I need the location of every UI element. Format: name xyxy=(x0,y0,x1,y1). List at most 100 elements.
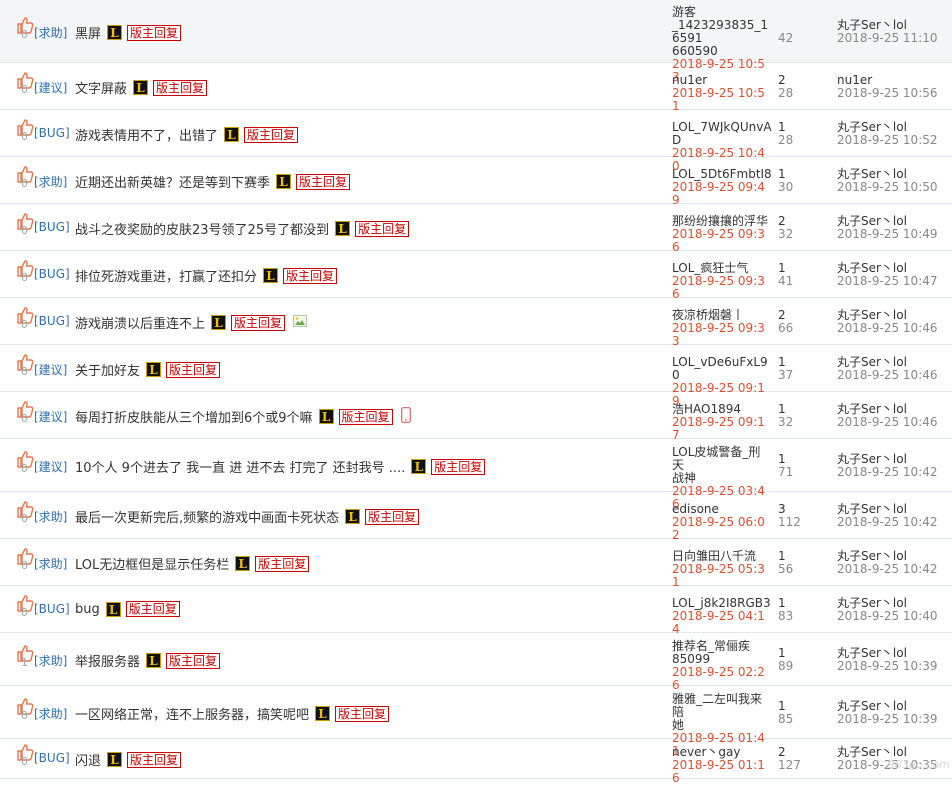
moderator-reply-badge: 版主回复 xyxy=(335,705,390,722)
topic-title-link[interactable]: 排位死游戏重进，打赢了还扣分 xyxy=(75,266,257,285)
like-button[interactable]: 0 xyxy=(16,165,36,191)
like-button[interactable]: 0 xyxy=(16,353,36,379)
topic-title-link[interactable]: bug xyxy=(75,602,100,617)
view-count: 56 xyxy=(778,562,794,576)
moderator-reply-badge: 版主回复 xyxy=(153,79,208,96)
like-count: 0 xyxy=(21,271,28,284)
topic-title-link[interactable]: 每周打折皮肤能从三个增加到6个或9个嘛 xyxy=(75,407,313,426)
topic-title-link[interactable]: 游戏崩溃以后重连不上 xyxy=(75,313,205,332)
topic-row[interactable]: 0 [建议] 关于加好友 L 版主回复 LOL_vDe6uFxL90 2018-9-25 0… xyxy=(0,345,952,408)
like-button[interactable]: 0 xyxy=(16,306,36,332)
author-name-link[interactable]: 雅雅_二左叫我来陪 xyxy=(672,693,772,719)
moderator-reply-badge: 版主回复 xyxy=(127,24,182,41)
topic-category-tag[interactable]: [建议] xyxy=(34,79,67,96)
like-count: 0 xyxy=(21,709,28,722)
topic-row[interactable]: 0 [BUG] 闪退 L 版主回复 never丶gay 2018-9-25 01:16 2 12… xyxy=(0,739,952,785)
like-button[interactable]: 0 xyxy=(16,71,36,97)
topic-category-tag[interactable]: [求助] xyxy=(34,24,67,41)
moderator-reply-badge: 版主回复 xyxy=(127,751,182,768)
like-button[interactable]: 0 xyxy=(16,500,36,526)
topic-category-tag[interactable]: [建议] xyxy=(34,458,67,475)
topic-category-tag[interactable]: [求助] xyxy=(34,508,67,525)
topic-title-link[interactable]: 游戏表情用不了，出错了 xyxy=(75,125,218,144)
topic-category-tag[interactable]: [BUG] xyxy=(34,751,70,765)
topic-category-tag[interactable]: [求助] xyxy=(34,173,67,190)
like-button[interactable]: 0 xyxy=(16,547,36,573)
topic-title-link[interactable]: 举报服务器 xyxy=(75,651,140,670)
topic-row[interactable]: 0 [求助] LOL无边框但是显示任务栏 L 版主回复 日向雏田八千流 2018-9-25 … xyxy=(0,539,952,589)
topic-row[interactable]: 0 [BUG] 战斗之夜奖励的皮肤23号领了25号了都没到 L 版主回复 那纷纷攘攘的浮华… xyxy=(0,204,952,254)
topic-row[interactable]: 0 [求助] 最后一次更新完后,频繁的游戏中画面卡死状态 L 版主回复 edisone 20… xyxy=(0,492,952,542)
topic-row[interactable]: 0 [BUG] bug L 版主回复 LOL_j8k2I8RGB3 2018-9-25 04… xyxy=(0,586,952,636)
last-reply-time: 2018-9-25 10:42 xyxy=(837,465,938,479)
topic-category-tag[interactable]: [BUG] xyxy=(34,602,70,616)
like-button[interactable]: 0 xyxy=(16,212,36,238)
last-reply-time: 2018-9-25 10:50 xyxy=(837,180,938,194)
topic-row[interactable]: 0 [建议] 10个人 9个进去了 我一直 进 进不去 打完了 还封我号 .... L… xyxy=(0,439,952,511)
topic-title-link[interactable]: LOL无边框但是显示任务栏 xyxy=(75,554,229,573)
topic-row[interactable]: 0 [BUG] 游戏表情用不了，出错了 L 版主回复 LOL_7WJkQUnvAD 2018… xyxy=(0,110,952,173)
view-count: 112 xyxy=(778,515,801,529)
topic-title-link[interactable]: 黑屏 xyxy=(75,23,101,42)
topic-category-tag[interactable]: [BUG] xyxy=(34,220,70,234)
author-name-link[interactable]: LOL_7WJkQUnvAD xyxy=(672,121,772,147)
lol-badge-icon: L xyxy=(105,601,121,617)
topic-title-link[interactable]: 文字屏蔽 xyxy=(75,78,127,97)
topic-row[interactable]: 1 [求助] 举报服务器 L 版主回复 推荐名_常俪疾 85099 2018-9-25 02:… xyxy=(0,633,952,692)
topic-title-link[interactable]: 战斗之夜奖励的皮肤23号领了25号了都没到 xyxy=(75,219,329,238)
topic-row[interactable]: 0 [BUG] 游戏崩溃以后重连不上 L 版主回复 夜凉桥烟磐丨 2018-9-25 09:… xyxy=(0,298,952,348)
moderator-reply-badge: 版主回复 xyxy=(125,601,180,617)
like-button[interactable]: 0 xyxy=(16,743,36,769)
like-button[interactable]: 1 xyxy=(16,644,36,670)
like-count: 0 xyxy=(21,512,28,525)
last-reply-time: 2018-9-25 10:42 xyxy=(837,562,938,576)
topic-title-link[interactable]: 10个人 9个进去了 我一直 进 进不去 打完了 还封我号 .... xyxy=(75,457,405,476)
lol-badge-icon: L xyxy=(146,362,162,377)
like-button[interactable]: 0 xyxy=(16,259,36,285)
last-reply-time: 2018-9-25 10:46 xyxy=(837,368,938,382)
like-button[interactable]: 0 xyxy=(16,594,36,620)
author-name-link[interactable]: LOL_vDe6uFxL90 xyxy=(672,356,772,382)
topic-category-tag[interactable]: [求助] xyxy=(34,652,67,669)
topic-row[interactable]: 0 [建议] 文字屏蔽 L 版主回复 nu1er 2018-9-25 10:51 2 28 nu1… xyxy=(0,63,952,113)
topic-title-link[interactable]: 一区网络正常，连不上服务器，搞笑呢吧 xyxy=(75,704,309,723)
view-count: 41 xyxy=(778,274,794,288)
topic-category-tag[interactable]: [求助] xyxy=(34,705,67,722)
post-date: 2018-9-25 01:16 xyxy=(672,758,765,785)
last-reply-time: 2018-9-25 10:56 xyxy=(837,86,938,100)
topic-title-link[interactable]: 关于加好友 xyxy=(75,360,140,379)
topic-category-tag[interactable]: [建议] xyxy=(34,361,67,378)
topic-title-link[interactable]: 近期还出新英雄？还是等到下赛季 xyxy=(75,172,270,191)
topic-title-link[interactable]: 最后一次更新完后,频繁的游戏中画面卡死状态 xyxy=(75,507,339,526)
lol-badge-icon: L xyxy=(224,127,240,142)
like-count: 0 xyxy=(21,606,28,619)
view-count: 32 xyxy=(778,227,794,241)
like-button[interactable]: 0 xyxy=(16,450,36,476)
view-count: 37 xyxy=(778,368,794,382)
like-count: 0 xyxy=(21,462,28,475)
topic-category-tag[interactable]: [BUG] xyxy=(34,314,70,328)
topic-row[interactable]: 0 [BUG] 排位死游戏重进，打赢了还扣分 L 版主回复 LOL_疯狂士气 2018-9-… xyxy=(0,251,952,301)
author-name-link[interactable]: LOL皮城警备_刑天 xyxy=(672,446,772,472)
last-reply-time: 2018-9-25 10:46 xyxy=(837,415,938,429)
like-button[interactable]: 0 xyxy=(16,118,36,144)
topic-row[interactable]: 0 [建议] 每周打折皮肤能从三个增加到6个或9个嘛 L 版主回复 浩HAO1894 201… xyxy=(0,392,952,442)
topic-row[interactable]: 0 [求助] 一区网络正常，连不上服务器，搞笑呢吧 L 版主回复 雅雅_二左叫我来陪她 20… xyxy=(0,686,952,758)
topic-category-tag[interactable]: [BUG] xyxy=(34,267,70,281)
lol-badge-icon: L xyxy=(133,80,149,95)
like-button[interactable]: 0 xyxy=(16,697,36,723)
topic-category-tag[interactable]: [求助] xyxy=(34,555,67,572)
topic-title-link[interactable]: 闪退 xyxy=(75,750,101,769)
topic-row[interactable]: 0 [求助] 近期还出新英雄？还是等到下赛季 L 版主回复 LOL_5Dt6FmbtI8 2… xyxy=(0,157,952,207)
image-attachment-icon xyxy=(293,315,308,330)
like-button[interactable]: 0 xyxy=(16,16,36,42)
topic-category-tag[interactable]: [BUG] xyxy=(34,126,70,140)
last-reply-time: 2018-9-25 10:39 xyxy=(837,712,938,726)
like-button[interactable]: 0 xyxy=(16,400,36,426)
author-name-link[interactable]: _1423293835_16591 xyxy=(672,19,772,45)
view-count: 89 xyxy=(778,659,794,673)
moderator-reply-badge: 版主回复 xyxy=(166,361,221,378)
topic-category-tag[interactable]: [建议] xyxy=(34,408,67,425)
topic-row[interactable]: 0 [求助] 黑屏 L 版主回复 游客 _1423293835_16591 660590 201… xyxy=(0,0,952,84)
last-reply-time: 2018-9-25 10:47 xyxy=(837,274,938,288)
